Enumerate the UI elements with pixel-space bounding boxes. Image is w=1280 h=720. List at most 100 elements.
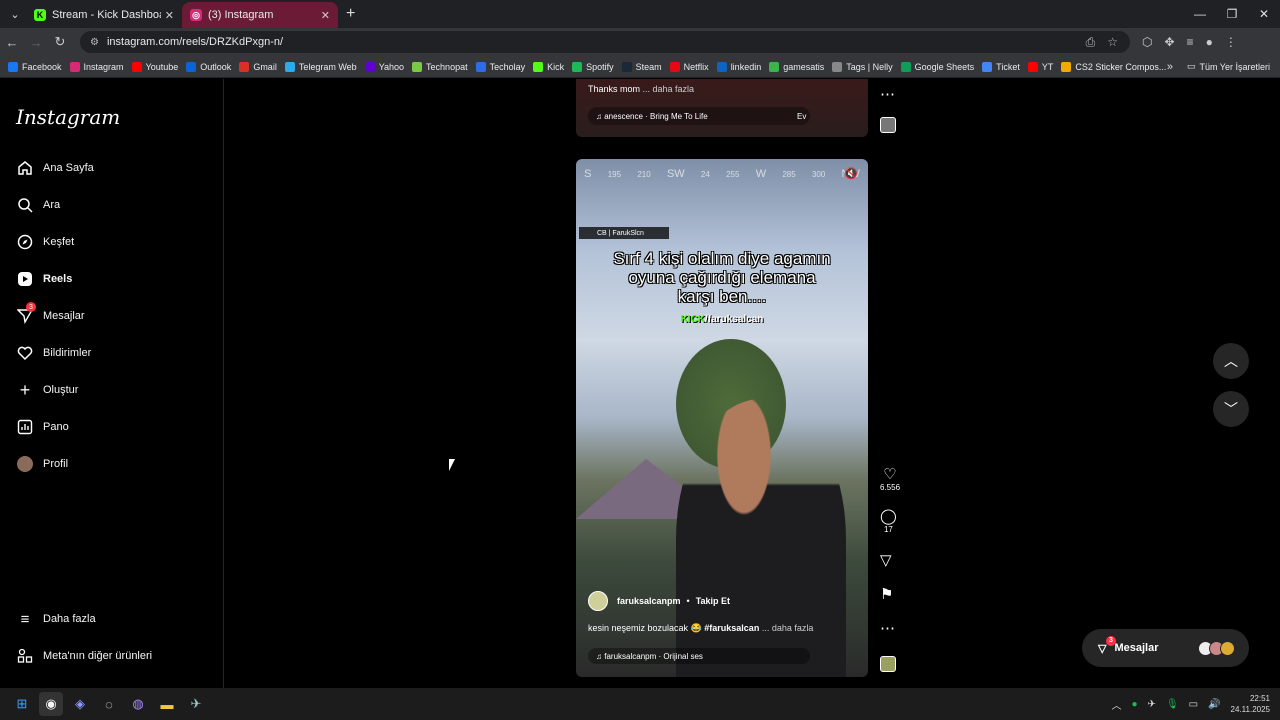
sidebar-item-create[interactable]: + Oluştur — [16, 380, 79, 400]
share-action[interactable]: ▽ — [880, 551, 892, 569]
chrome-icon[interactable]: ◉ — [39, 692, 63, 716]
volume-icon[interactable]: 🔊 — [1208, 699, 1220, 710]
discord-icon[interactable]: ◈ — [68, 692, 92, 716]
bookmark-gmail[interactable]: Gmail — [239, 61, 277, 72]
close-tab-icon[interactable]: ✕ — [321, 9, 330, 22]
bookmark-outlook[interactable]: Outlook — [186, 61, 231, 72]
close-tab-icon[interactable]: ✕ — [165, 9, 174, 22]
bookmark-linkedin[interactable]: linkedin — [716, 61, 761, 72]
comment-icon[interactable]: ◯ — [880, 507, 897, 525]
sidebar-item-messages[interactable]: 3 Mesajlar — [16, 302, 85, 325]
profile-icon[interactable]: ● — [1206, 35, 1213, 49]
minimize-icon[interactable]: — — [1184, 0, 1216, 28]
bookmark-kick[interactable]: Kick — [533, 61, 564, 72]
menu-icon[interactable]: ⋮ — [1225, 35, 1237, 49]
sidebar-item-profile[interactable]: Profil — [16, 455, 68, 473]
install-icon[interactable]: ⎙ — [1086, 35, 1096, 50]
tray-chevron-icon[interactable]: ︿ — [1112, 697, 1122, 712]
hashtag-link[interactable]: #faruksalcan — [704, 623, 759, 633]
bookmark-facebook[interactable]: Facebook — [8, 61, 62, 72]
previous-reel-audio[interactable]: ♫ anescence · Bring Me To Life — [588, 107, 810, 125]
status-dot-icon[interactable]: ● — [1132, 699, 1138, 710]
bookmark-ticket[interactable]: Ticket — [982, 61, 1020, 72]
more-options-icon[interactable]: ⋯ — [880, 85, 895, 103]
bookmark-youtube[interactable]: Youtube — [131, 61, 178, 72]
avatar[interactable] — [588, 591, 608, 611]
sidebar-item-reels[interactable]: Reels — [16, 270, 72, 288]
bookmark-gamesatis[interactable]: gamesatis — [769, 61, 824, 72]
back-icon[interactable]: ← — [0, 35, 24, 50]
close-icon[interactable]: ✕ — [1248, 0, 1280, 28]
bookmark-icon[interactable]: ⚑ — [880, 585, 893, 603]
reel-video[interactable]: S 195 210 SW 24 255 W 285 300 NW 🔇 CB | FarukSlcn… — [576, 159, 868, 677]
username-link[interactable]: faruksalcanpm — [617, 596, 681, 606]
next-reel-button[interactable]: ﹀ — [1213, 391, 1249, 427]
bookmark-telegram-web[interactable]: Telegram Web — [284, 61, 357, 72]
star-icon[interactable]: ☆ — [1107, 35, 1118, 49]
sidebar-item-meta[interactable]: Meta'nın diğer ürünleri — [16, 647, 152, 665]
bookmark-yt[interactable]: YT — [1027, 61, 1053, 72]
sidebar-item-explore[interactable]: Keşfet — [16, 233, 74, 251]
audio-thumbnail[interactable] — [880, 656, 896, 672]
more-options-icon[interactable]: ⋯ — [880, 619, 895, 637]
previous-reel-button[interactable]: ︿ — [1213, 343, 1249, 379]
follow-button[interactable]: Takip Et — [696, 596, 730, 606]
extension-icon[interactable]: ⬡ — [1142, 35, 1152, 49]
bookmark-tags-nelly[interactable]: Tags | Nelly — [832, 61, 893, 72]
bookmark-google-sheets[interactable]: Google Sheets — [900, 61, 974, 72]
bookmark-techolay[interactable]: Techolay — [475, 61, 525, 72]
sidebar-item-search[interactable]: Ara — [16, 196, 60, 214]
twitch-icon[interactable]: ◍ — [126, 692, 150, 716]
forward-icon[interactable]: → — [24, 35, 48, 50]
comment-action[interactable]: ◯ 17 — [880, 507, 897, 534]
puzzle-icon[interactable]: ✥ — [1164, 35, 1174, 49]
steam-tray-icon[interactable]: ✈ — [1148, 699, 1156, 710]
messages-pill[interactable]: ▽ 3 Mesajlar — [1082, 629, 1249, 667]
bookmark-netflix[interactable]: Netflix — [669, 61, 709, 72]
bookmark-instagram[interactable]: Instagram — [69, 61, 124, 72]
microphone-icon[interactable]: 🎙 — [1166, 699, 1179, 710]
sidebar-item-dashboard[interactable]: Pano — [16, 418, 69, 436]
instagram-logo[interactable]: Instagram — [16, 105, 120, 129]
sidebar-item-more[interactable]: ≡ Daha fazla — [16, 610, 96, 628]
url-text[interactable]: instagram.com/reels/DRZKdPxgn-n/ — [107, 36, 1086, 48]
steam-icon[interactable]: ✈ — [184, 692, 208, 716]
prev-options[interactable]: ⋯ — [880, 85, 895, 103]
more-link[interactable]: ... daha fazla — [643, 84, 695, 94]
tab-instagram[interactable]: ◎ (3) Instagram ✕ — [182, 2, 338, 28]
audio-thumb-action[interactable] — [880, 656, 896, 672]
bookmark-yahoo[interactable]: Yahoo — [364, 61, 404, 72]
new-tab-button[interactable]: + — [346, 5, 355, 23]
restore-icon[interactable]: ❐ — [1216, 0, 1248, 28]
sidebar-item-home[interactable]: Ana Sayfa — [16, 159, 94, 177]
heart-icon[interactable]: ♡ — [883, 465, 896, 483]
tab-search-button[interactable]: ⌄ — [4, 3, 26, 25]
reel-audio[interactable]: ♫ faruksalcanpm · Orijinal ses — [588, 648, 810, 664]
clock[interactable]: 22:51 24.11.2025 — [1231, 693, 1270, 715]
bookmark-spotify[interactable]: Spotify — [572, 61, 614, 72]
bookmark-cs2-sticker-compos-[interactable]: CS2 Sticker Compos... — [1061, 61, 1166, 72]
audio-thumbnail[interactable] — [880, 117, 896, 133]
previous-reel[interactable]: Thanks mom ... daha fazla ♫ anescence · … — [576, 79, 868, 137]
reload-icon[interactable]: ↻ — [48, 34, 72, 50]
file-explorer-icon[interactable]: ▬ — [155, 692, 179, 716]
bookmark-steam[interactable]: Steam — [621, 61, 662, 72]
prev-audio-thumb[interactable] — [880, 117, 896, 133]
like-action[interactable]: ♡ 6.556 — [880, 465, 900, 492]
mute-icon[interactable]: 🔇 — [844, 167, 858, 180]
windows-start-icon[interactable]: ⊞ — [10, 692, 34, 716]
media-icon[interactable]: ≡ — [1187, 35, 1194, 49]
more-link[interactable]: ... daha fazla — [762, 623, 814, 633]
url-bar[interactable]: ⚙ instagram.com/reels/DRZKdPxgn-n/ ⎙ ☆ — [80, 31, 1130, 53]
all-bookmarks[interactable]: ▭ Tüm Yer İşaretleri — [1187, 61, 1270, 72]
save-action[interactable]: ⚑ — [880, 585, 893, 603]
more-action[interactable]: ⋯ — [880, 619, 895, 637]
network-icon[interactable]: ▭ — [1189, 699, 1198, 710]
more-bookmarks-icon[interactable]: » — [1167, 61, 1173, 73]
share-icon[interactable]: ▽ — [880, 551, 892, 569]
sidebar-item-notifications[interactable]: Bildirimler — [16, 344, 91, 362]
bookmark-technopat[interactable]: Technopat — [412, 61, 468, 72]
site-info-icon[interactable]: ⚙ — [90, 37, 99, 48]
tab-kick-dashboard[interactable]: K Stream - Kick Dashboard ✕ — [26, 2, 182, 28]
game-launcher-icon[interactable]: ◌ — [97, 692, 121, 716]
